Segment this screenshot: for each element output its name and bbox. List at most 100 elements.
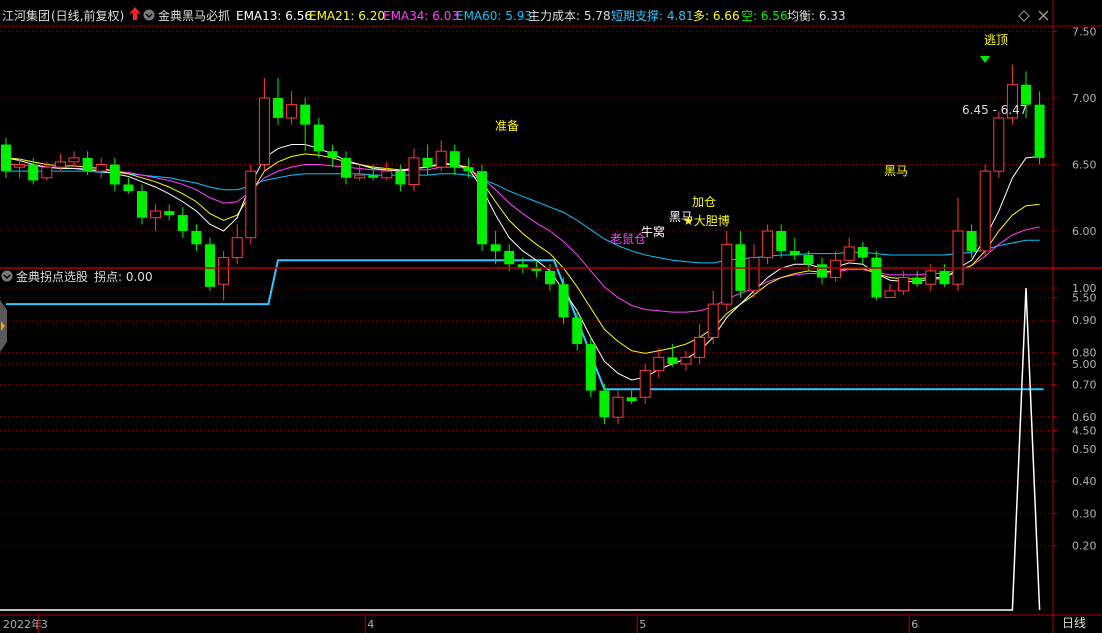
candle-up	[354, 174, 366, 179]
timeframe-label[interactable]: 日线	[1062, 616, 1086, 630]
y-tick-label: 5.00	[1072, 358, 1097, 371]
candle-up	[830, 259, 842, 279]
x-tick-label: 4	[367, 618, 374, 631]
candle-up	[993, 117, 1005, 172]
candle-up	[925, 270, 937, 285]
y-tick-label: 4.50	[1072, 425, 1097, 438]
candle-down	[939, 270, 950, 285]
candle-up	[435, 150, 447, 168]
candle-down	[313, 124, 324, 152]
candle-down	[123, 184, 134, 192]
candle-up	[612, 396, 624, 418]
candle-up	[68, 157, 80, 163]
y-tick-label: 0.90	[1072, 314, 1097, 327]
candle-up	[653, 356, 665, 372]
ema13-label: EMA13: 6.56	[236, 9, 312, 23]
y-tick-label: 0.20	[1072, 540, 1097, 553]
candle-down	[1, 144, 11, 172]
candle-up	[286, 104, 298, 119]
close-icon[interactable]	[1038, 10, 1049, 21]
candle-up	[721, 243, 733, 305]
candle-up	[748, 257, 760, 292]
candle-down	[1034, 104, 1045, 158]
candle-down	[789, 250, 800, 255]
y-tick-label: 0.70	[1072, 379, 1097, 392]
candle-down	[82, 157, 93, 172]
candle-down	[422, 157, 433, 168]
ema60-label: EMA60: 5.93	[456, 9, 532, 23]
stock-name: 江河集团	[2, 8, 50, 23]
candle-up	[639, 370, 651, 398]
candle-up	[898, 277, 910, 292]
candle-up	[979, 170, 991, 252]
candle-up	[54, 161, 66, 168]
sub-indicator-value: 拐点: 0.00	[94, 269, 153, 284]
grid-lines	[0, 31, 1053, 547]
candle-down	[558, 284, 569, 318]
candle-up	[843, 246, 855, 261]
candle-down	[572, 317, 583, 345]
candle-up	[381, 170, 393, 179]
y-tick-label: 0.80	[1072, 346, 1097, 359]
y-tick-label: 0.30	[1072, 507, 1097, 520]
kline-chart: 7.507.006.506.005.505.004.501.000.900.80…	[0, 0, 1102, 633]
candle-down	[395, 171, 406, 185]
candle-down	[545, 270, 555, 285]
x-tick-label: 2022年	[3, 617, 42, 631]
candle-down	[912, 277, 923, 285]
candle-up	[952, 230, 964, 285]
candle-up	[245, 170, 257, 239]
down-arrow-icon	[980, 56, 990, 63]
candle-up	[95, 164, 107, 172]
y-tick-label: 0.50	[1072, 443, 1097, 456]
sub-dropdown-icon[interactable]	[1, 270, 13, 282]
candle-down	[164, 211, 175, 216]
candle-down	[803, 254, 814, 265]
candle-down	[857, 246, 868, 258]
balance-label: 均衡: 6.33	[787, 9, 846, 23]
kong-label: 空: 6.56	[741, 9, 788, 23]
candle-down	[477, 171, 487, 245]
cost-label: 主力成本: 5.78	[528, 9, 611, 23]
ema21-line	[5, 153, 1040, 354]
x-tick-label: 3	[41, 618, 48, 631]
annotation-dadanbo: ★大胆博	[683, 213, 730, 228]
ema21-label: EMA21: 6.20	[309, 9, 385, 23]
chart-window: 7.50 7.00 6.50 6.00 5.50 5.00 4.50 1.00 0.90 0.80…	[0, 0, 1102, 633]
candle-up	[762, 230, 774, 259]
axes: 7.507.006.506.005.505.004.501.000.900.80…	[0, 0, 1102, 633]
candle-up	[884, 290, 896, 299]
annotation-zhunbei: 准备	[495, 119, 519, 133]
candle-up	[150, 210, 162, 219]
diamond-icon[interactable]	[1018, 10, 1030, 22]
y-tick-label: 7.00	[1072, 92, 1097, 105]
y-tick-label: 6.50	[1072, 159, 1097, 172]
candle-down	[137, 191, 147, 218]
y-tick-label: 1.00	[1072, 282, 1097, 295]
ema34-line	[6, 164, 1040, 313]
main-indicator-name[interactable]: 金典黑马必抓	[158, 8, 230, 23]
candle-up	[408, 157, 420, 185]
candle-down	[449, 151, 460, 168]
sub-indicator-name[interactable]: 金典拐点选股	[16, 269, 88, 284]
price-range-label: 6.45 - 6.47	[962, 103, 1027, 117]
candles	[1, 64, 1045, 424]
annotation-taoding: 逃顶	[984, 33, 1008, 47]
candle-up	[231, 237, 243, 259]
candle-up	[694, 336, 706, 358]
candle-up	[14, 164, 26, 168]
candle-down	[28, 164, 39, 181]
candle-down	[327, 151, 338, 158]
candle-down	[871, 257, 882, 298]
period-label[interactable]: (日线,前复权)	[51, 8, 124, 23]
y-tick-label: 7.50	[1072, 26, 1097, 39]
candle-down	[300, 104, 311, 125]
candle-down	[626, 397, 637, 402]
y-tick-label: 0.40	[1072, 475, 1097, 488]
candle-down	[1021, 84, 1031, 105]
candle-down	[490, 244, 501, 251]
candle-down	[817, 264, 827, 278]
candle-down	[667, 357, 678, 364]
dropdown-icon[interactable]	[143, 9, 155, 21]
candle-down	[463, 167, 474, 172]
